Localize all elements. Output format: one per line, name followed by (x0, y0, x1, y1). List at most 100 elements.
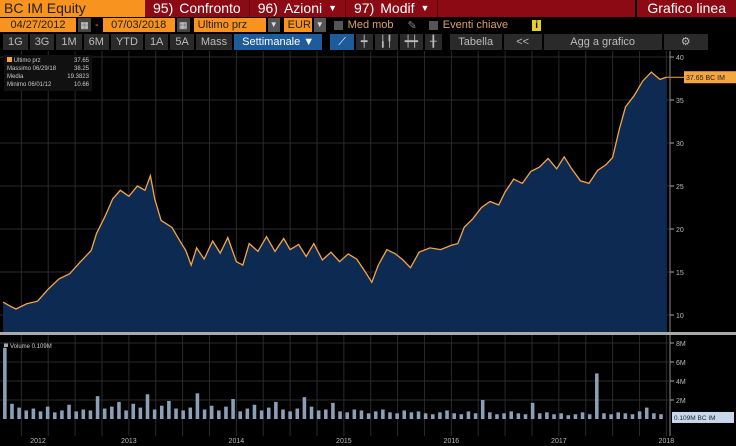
volume-bar (209, 405, 214, 419)
volume-bar (530, 402, 535, 419)
volume-bar (3, 347, 7, 419)
vol-tick-label: 2M (676, 398, 686, 405)
line-chart-icon[interactable]: ⟋ (330, 34, 354, 50)
volume-bar (644, 407, 649, 419)
legend-mean: Media 19.3823 (7, 74, 89, 80)
x-tick-label: 2018 (659, 438, 675, 445)
volume-bar (131, 403, 136, 419)
volume-bar (466, 411, 471, 419)
end-date-input[interactable]: 07/03/2018 (102, 18, 175, 32)
volume-bar (473, 413, 478, 419)
volume-bar (138, 407, 143, 419)
volume-bar (488, 412, 492, 419)
volume-bar (152, 409, 157, 419)
period-5a[interactable]: 5A (170, 34, 194, 50)
period-ytd[interactable]: YTD (110, 34, 143, 50)
toolbar: 1G 3G 1M 6M YTD 1A 5A Mass Settimanale ▼… (0, 34, 736, 50)
volume-bar (602, 413, 606, 419)
volume-bar (31, 408, 36, 419)
x-tick-label: 2015 (336, 438, 352, 445)
ohlc-icon[interactable]: ┿┿ (399, 34, 424, 50)
vol-tick-label: 6M (676, 360, 686, 367)
volume-bar (438, 412, 442, 419)
med-mob-label: Med mob (347, 19, 394, 31)
volume-bar (416, 411, 421, 419)
volume-bar (316, 410, 321, 419)
volume-bar (409, 412, 414, 419)
calendar-icon[interactable]: ▦ (78, 18, 91, 32)
volume-bar (552, 414, 556, 419)
volume-bar (174, 408, 178, 419)
volume-bar (281, 409, 285, 419)
candle-icon[interactable]: ┿ (355, 34, 373, 50)
volume-bar (623, 413, 628, 419)
field-select[interactable]: Ultimo prz (193, 18, 266, 32)
chevron-down-icon[interactable]: ▼ (267, 18, 280, 32)
modif-button[interactable]: 97) Modif ▼ (346, 0, 439, 17)
vol-tick-label: 4M (676, 379, 686, 386)
volume-bar (359, 410, 364, 419)
volume-bar (402, 410, 407, 419)
calendar-icon[interactable]: ▦ (176, 18, 190, 32)
info-icon[interactable]: i (532, 19, 541, 31)
collapse-button[interactable]: << (503, 34, 542, 50)
panel-divider (0, 332, 736, 335)
start-date-input[interactable]: 04/27/2012 (0, 18, 76, 32)
volume-bar (545, 412, 549, 419)
period-1a[interactable]: 1A (144, 34, 169, 50)
volume-bar (366, 413, 371, 419)
volume-bar (345, 412, 349, 419)
volume-bar (381, 409, 385, 419)
period-6m[interactable]: 6M (83, 34, 109, 50)
volume-bar (188, 407, 193, 419)
add-to-chart-button[interactable]: Agg a grafico (543, 34, 662, 50)
volume-bar (181, 410, 185, 419)
date-controls: 04/27/2012 ▦ - 07/03/2018 ▦ Ultimo prz ▼… (0, 17, 736, 33)
volume-bar (67, 404, 71, 419)
volume-bar (652, 413, 656, 419)
date-separator: - (95, 19, 99, 31)
volume-bar (17, 407, 21, 419)
chevron-down-icon[interactable]: ▼ (313, 18, 326, 32)
volume-bar (459, 414, 464, 419)
last-price-label: 37.65 BC IM (686, 75, 725, 82)
chevron-down-icon: ▼ (420, 3, 430, 13)
volume-bar (52, 412, 57, 419)
med-mob-checkbox[interactable] (333, 20, 343, 30)
hilo-icon[interactable]: ╂ (425, 34, 442, 50)
period-mass[interactable]: Mass (195, 34, 233, 50)
volume-bar (95, 396, 100, 419)
eventi-checkbox[interactable] (428, 20, 438, 30)
volume-bar (159, 405, 164, 419)
period-3g[interactable]: 3G (29, 34, 55, 50)
volume-bar (324, 409, 328, 419)
volume-bar (331, 402, 335, 419)
confronto-button[interactable]: 95) Confronto (145, 0, 250, 17)
azioni-button[interactable]: 96) Azioni ▼ (250, 0, 347, 17)
volume-bar (537, 413, 542, 419)
volume-bar (274, 401, 278, 419)
x-tick-label: 2016 (444, 438, 460, 445)
volume-bar (566, 415, 571, 419)
volume-bar (309, 406, 314, 419)
volume-bar (430, 414, 435, 419)
price-chart[interactable]: 10 15 20 25 30 35 40 37.65 BC IM Volume 0.109M 2M… (0, 51, 736, 446)
bar-chart-icon[interactable]: ╽╿ (374, 34, 398, 50)
table-button[interactable]: Tabella (449, 34, 502, 50)
period-1g[interactable]: 1G (3, 34, 28, 50)
frequency-select[interactable]: Settimanale ▼ (234, 34, 323, 50)
ticker-label[interactable]: BC IM Equity (0, 0, 145, 17)
currency-select[interactable]: EUR (283, 18, 312, 32)
volume-bar (238, 411, 242, 419)
pencil-icon[interactable]: ✎ (408, 19, 417, 32)
gear-icon[interactable]: ⚙ (663, 34, 708, 50)
legend-min: Minimo 06/01/12 10.66 (7, 82, 89, 88)
volume-bar (224, 406, 228, 419)
menu-label: Confronto (179, 0, 241, 16)
volume-bar (202, 409, 207, 419)
volume-bar (509, 411, 514, 419)
y-tick-label: 35 (676, 98, 684, 105)
volume-bar (637, 411, 642, 419)
volume-legend-swatch (4, 343, 8, 347)
period-1m[interactable]: 1M (56, 34, 82, 50)
